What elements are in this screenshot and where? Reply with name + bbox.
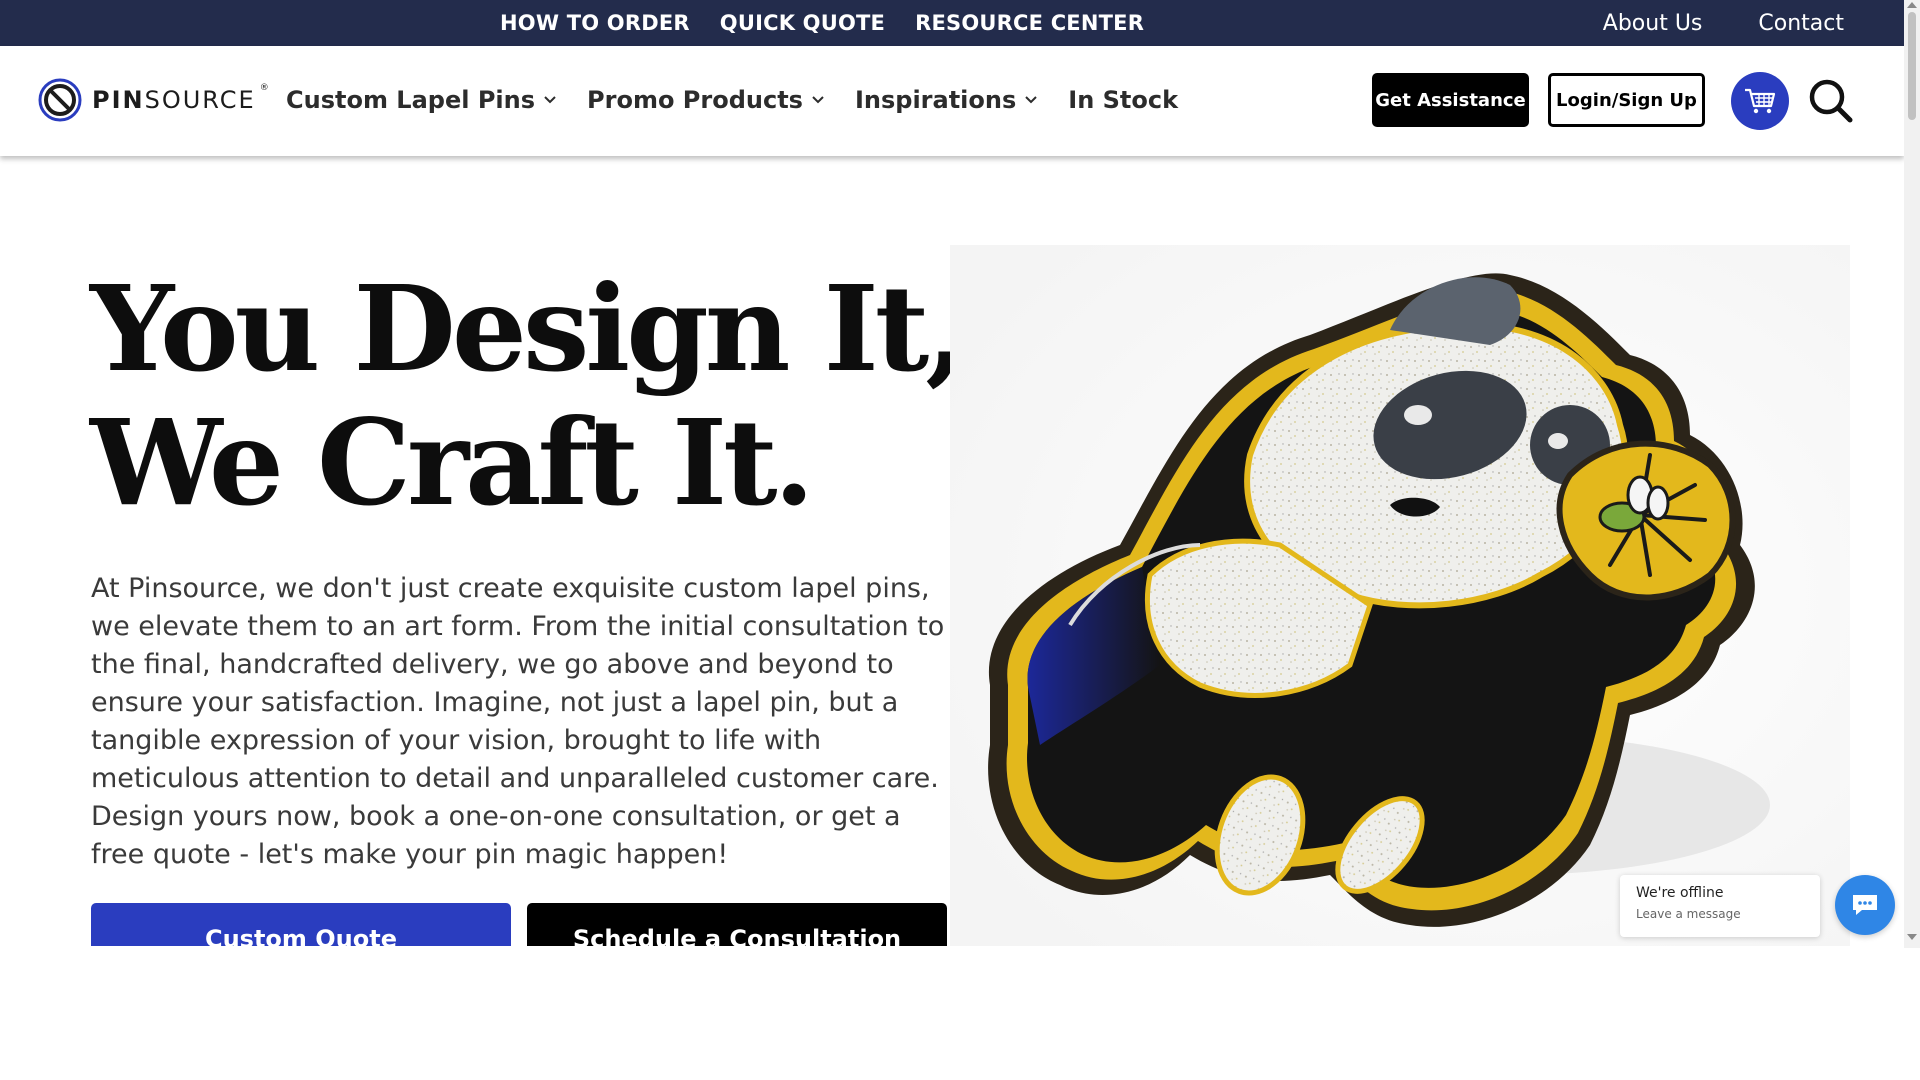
menu-custom-lapel-pins[interactable]: Custom Lapel Pins	[286, 86, 557, 114]
logo-mark-icon	[38, 78, 82, 122]
cart-button[interactable]	[1731, 72, 1789, 130]
logo-wordmark-bold: PIN	[92, 86, 145, 114]
how-to-order-link[interactable]: HOW TO ORDER	[500, 11, 690, 35]
contact-link[interactable]: Contact	[1758, 11, 1844, 36]
menu-label: Inspirations	[854, 86, 1017, 114]
main-menu: Custom Lapel Pins Promo Products Inspira…	[286, 80, 1178, 120]
chevron-down-icon	[1025, 96, 1037, 104]
scroll-down-arrow-icon[interactable]	[1907, 934, 1917, 940]
chat-launcher-button[interactable]	[1835, 875, 1895, 935]
menu-label: Custom Lapel Pins	[286, 86, 536, 114]
login-signup-button[interactable]: Login/Sign Up	[1548, 73, 1705, 127]
main-navbar: PINSOURCE ® Custom Lapel Pins Promo Prod…	[0, 46, 1904, 156]
about-us-link[interactable]: About Us	[1603, 11, 1703, 36]
menu-label: Promo Products	[587, 86, 803, 114]
quick-quote-link[interactable]: QUICK QUOTE	[720, 11, 885, 35]
logo-registered-mark: ®	[259, 83, 269, 93]
hero-title-line-2: We Craft It.	[90, 393, 815, 532]
get-assistance-button[interactable]: Get Assistance	[1372, 73, 1529, 127]
hero-title: You Design It, We Craft It.	[90, 262, 970, 530]
hero-description: At Pinsource, we don't just create exqui…	[91, 573, 945, 870]
custom-quote-button[interactable]: Custom Quote	[91, 903, 511, 946]
menu-label: In Stock	[1068, 86, 1179, 114]
menu-in-stock[interactable]: In Stock	[1068, 86, 1178, 114]
panda-lapel-pin-image	[950, 245, 1850, 946]
chevron-down-icon	[812, 96, 824, 104]
chat-subtitle: Leave a message	[1636, 907, 1741, 921]
utility-right-links: About Us Contact	[1603, 0, 1844, 46]
chat-status-text: We're offline	[1636, 885, 1724, 901]
chevron-down-icon	[544, 96, 556, 104]
page-scrollbar[interactable]	[1904, 0, 1920, 948]
menu-promo-products[interactable]: Promo Products	[587, 86, 825, 114]
cart-icon	[1745, 88, 1776, 114]
logo-wordmark-rest: SOURCE	[144, 86, 256, 114]
pinsource-logo[interactable]: PINSOURCE ®	[38, 76, 275, 124]
page-viewport: HOW TO ORDER QUICK QUOTE RESOURCE CENTER…	[0, 0, 1904, 946]
search-icon[interactable]	[1806, 76, 1856, 126]
menu-inspirations[interactable]: Inspirations	[855, 86, 1038, 114]
chat-bubble-icon	[1853, 895, 1877, 915]
utility-links: HOW TO ORDER QUICK QUOTE RESOURCE CENTER	[500, 0, 1144, 46]
scrollbar-thumb[interactable]	[1908, 12, 1916, 120]
scroll-up-arrow-icon[interactable]	[1907, 2, 1917, 8]
logo-wordmark: PINSOURCE	[92, 86, 256, 114]
resource-center-link[interactable]: RESOURCE CENTER	[915, 11, 1144, 35]
chat-status-card[interactable]: We're offline Leave a message	[1620, 875, 1820, 937]
top-utility-bar: HOW TO ORDER QUICK QUOTE RESOURCE CENTER…	[0, 0, 1904, 46]
hero-title-line-1: You Design It,	[90, 259, 966, 398]
schedule-consultation-button[interactable]: Schedule a Consultation	[527, 903, 947, 946]
